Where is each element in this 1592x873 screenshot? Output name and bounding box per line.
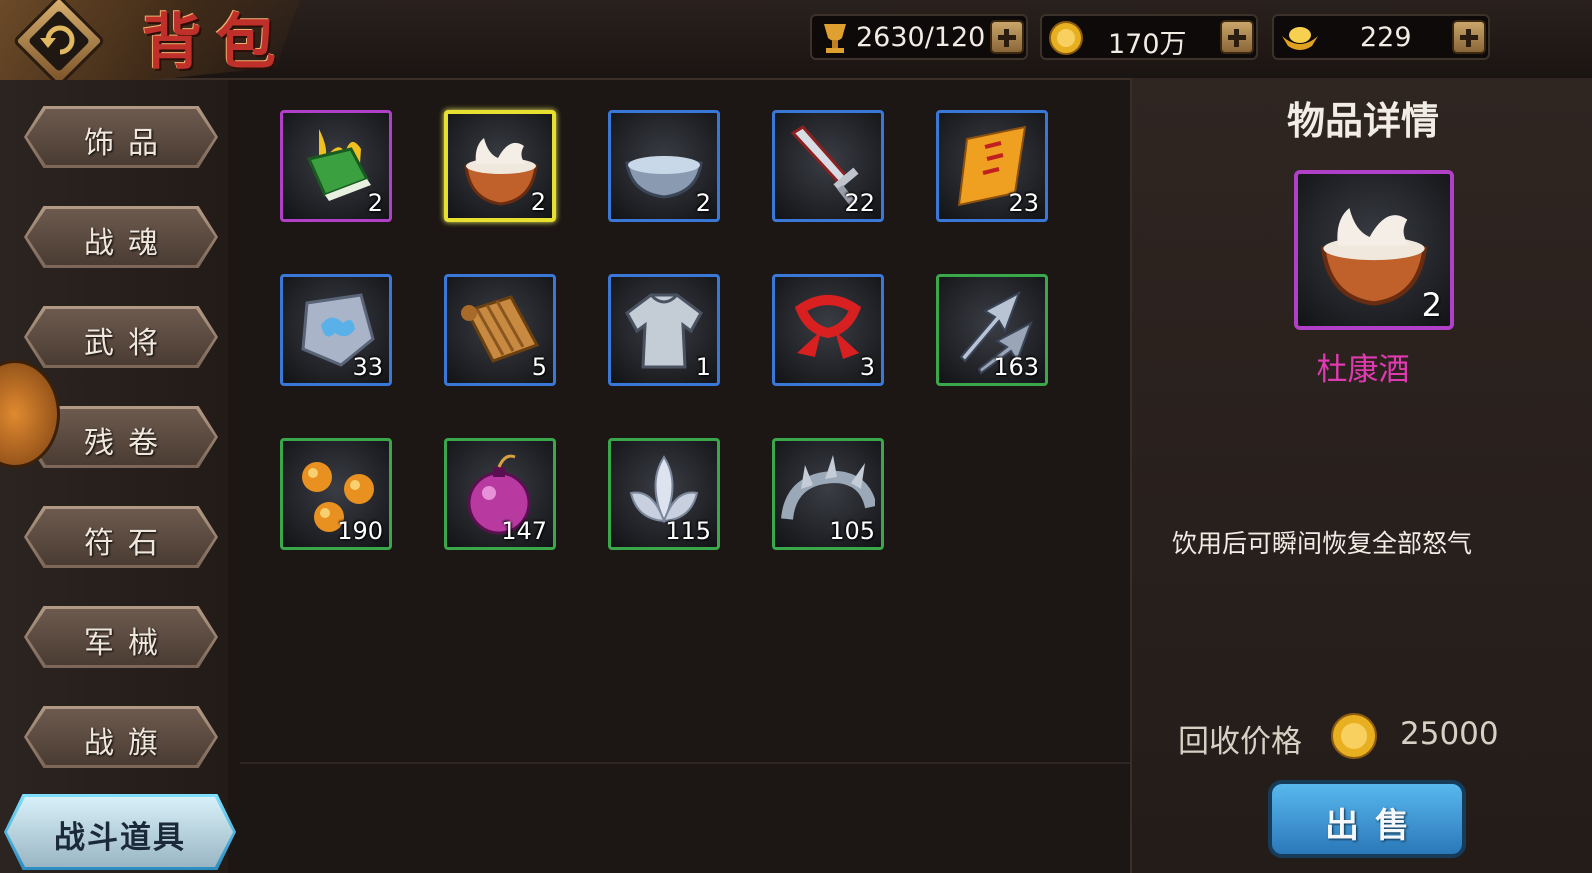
gold-coin-icon <box>1049 21 1083 55</box>
item-slot[interactable]: 22 <box>772 110 884 222</box>
item-slot[interactable]: 3 <box>772 274 884 386</box>
sell-button-label: 出售 <box>1325 806 1425 846</box>
recycle-price-value: 25000 <box>1400 716 1499 752</box>
detail-title: 物品详情 <box>1286 99 1439 143</box>
item-slot[interactable]: 2 <box>608 110 720 222</box>
item-qty: 33 <box>352 353 383 381</box>
page-title: 背包 <box>142 8 290 78</box>
item-qty: 163 <box>993 353 1039 381</box>
item-slot[interactable]: 163 <box>936 274 1048 386</box>
sell-button[interactable]: 出售 <box>1268 780 1466 858</box>
item-slot[interactable]: 23 <box>936 110 1048 222</box>
item-slot-selected[interactable]: 2 <box>444 110 556 222</box>
trophy-resource: 2630/120 <box>810 14 1028 60</box>
ingot-value: 229 <box>1360 22 1412 53</box>
item-qty: 1 <box>695 353 711 381</box>
item-slot[interactable]: 190 <box>280 438 392 550</box>
tab-runestones[interactable]: 符石 <box>24 506 218 568</box>
add-gold-button[interactable] <box>1220 20 1254 54</box>
ingot-resource: 229 <box>1272 14 1490 60</box>
item-slot[interactable]: 2 <box>280 110 392 222</box>
item-qty: 2 <box>530 188 546 216</box>
top-bar: 背包 2630/120 170万 229 <box>0 0 1592 96</box>
inventory-grid: 2 2 2 22 23 33 5 1 3 163 190 147 115 105 <box>230 80 1130 760</box>
detail-item-name: 杜康酒 <box>1316 352 1410 388</box>
item-qty: 147 <box>501 517 547 545</box>
item-slot[interactable]: 33 <box>280 274 392 386</box>
item-qty: 3 <box>859 353 875 381</box>
gold-coin-icon <box>1331 713 1377 759</box>
item-qty: 105 <box>829 517 875 545</box>
item-slot[interactable]: 5 <box>444 274 556 386</box>
item-qty: 190 <box>337 517 383 545</box>
item-qty: 2 <box>695 189 711 217</box>
item-slot[interactable]: 147 <box>444 438 556 550</box>
tab-war-soul[interactable]: 战魂 <box>24 206 218 268</box>
item-qty: 5 <box>531 353 547 381</box>
recycle-price-label: 回收价格 <box>1178 724 1302 760</box>
tab-armaments[interactable]: 军械 <box>24 606 218 668</box>
category-sidebar: 饰品 战魂 武将 残卷 符石 军械 战旗 <box>0 80 228 873</box>
item-slot[interactable]: 105 <box>772 438 884 550</box>
item-qty: 115 <box>665 517 711 545</box>
tab-generals[interactable]: 武将 <box>24 306 218 368</box>
item-detail-panel: 物品详情 2 杜康酒 饮用后可瞬间恢复全部怒气 回收价格 25000 出售 <box>1130 78 1592 873</box>
grid-divider <box>240 762 1130 764</box>
detail-item-qty: 2 <box>1421 286 1442 324</box>
item-qty: 2 <box>367 189 383 217</box>
gold-value: 170万 <box>1108 29 1187 60</box>
item-qty: 23 <box>1008 189 1039 217</box>
add-ingot-button[interactable] <box>1452 20 1486 54</box>
detail-item-description: 饮用后可瞬间恢复全部怒气 <box>1172 529 1473 558</box>
tab-battle-items[interactable]: 战斗道具 <box>4 794 236 870</box>
item-slot[interactable]: 115 <box>608 438 720 550</box>
tab-accessories[interactable]: 饰品 <box>24 106 218 168</box>
gold-resource: 170万 <box>1040 14 1258 60</box>
trophy-value: 2630/120 <box>856 22 986 53</box>
detail-item-icon-frame: 2 <box>1294 170 1454 330</box>
item-slot[interactable]: 1 <box>608 274 720 386</box>
gold-ingot-icon <box>1282 27 1318 50</box>
add-trophy-button[interactable] <box>990 20 1024 54</box>
back-arrow-icon <box>40 25 75 55</box>
tab-banners[interactable]: 战旗 <box>24 706 218 768</box>
item-qty: 22 <box>844 189 875 217</box>
trophy-icon <box>824 24 846 53</box>
